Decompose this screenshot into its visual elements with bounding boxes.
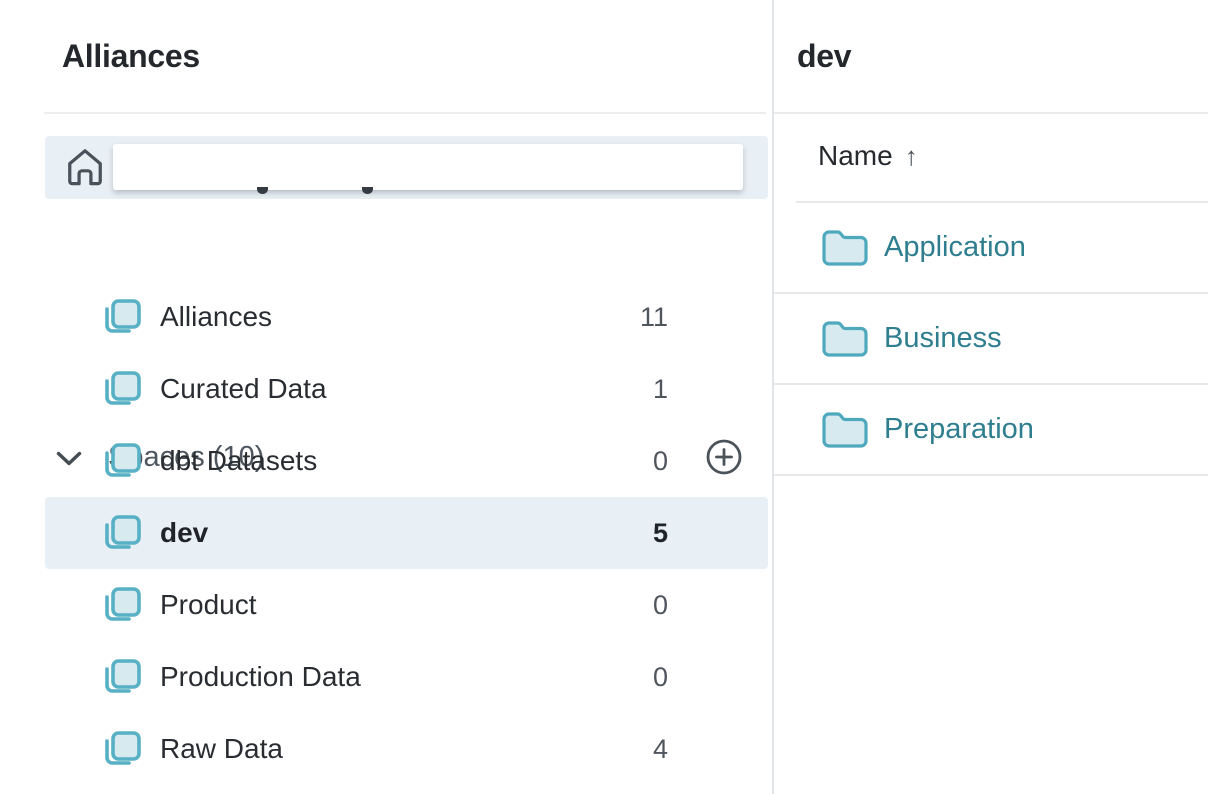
space-count: 0	[653, 569, 668, 641]
space-name: Curated Data	[160, 353, 327, 425]
sidebar-item-curated-data[interactable]: Curated Data 1	[45, 353, 768, 425]
space-name: dbt Datasets	[160, 425, 317, 497]
space-count: 0	[653, 641, 668, 713]
home-item[interactable]	[45, 136, 768, 199]
content-title-divider	[774, 112, 1208, 114]
space-name: Product	[160, 569, 257, 641]
folder-icon	[822, 412, 868, 453]
redacted-text-descender	[362, 187, 373, 194]
space-name: dev	[160, 497, 208, 569]
space-icon	[100, 367, 144, 416]
name-column-header[interactable]: Name ↑	[818, 140, 918, 172]
table-row-business[interactable]: Business	[774, 294, 1208, 385]
sidebar-item-raw-data[interactable]: Raw Data 4	[45, 713, 768, 785]
table-row-application[interactable]: Application	[774, 203, 1208, 294]
space-icon	[100, 583, 144, 632]
folder-link[interactable]: Business	[884, 294, 1002, 383]
sidebar-item-production-data[interactable]: Production Data 0	[45, 641, 768, 713]
space-count: 5	[653, 497, 668, 569]
space-icon	[100, 727, 144, 776]
home-icon	[65, 145, 105, 194]
folder-link[interactable]: Preparation	[884, 385, 1034, 474]
space-count: 4	[653, 713, 668, 785]
sidebar-title: Alliances	[62, 38, 200, 75]
sort-ascending-icon: ↑	[905, 141, 918, 171]
space-count: 11	[640, 281, 668, 353]
space-count: 0	[653, 425, 668, 497]
redacted-text-descender	[257, 187, 268, 194]
sidebar-item-product[interactable]: Product 0	[45, 569, 768, 641]
spaces-sidebar: Alliances Spaces (10)	[0, 0, 772, 794]
folder-icon	[822, 230, 868, 271]
table-row-preparation[interactable]: Preparation	[774, 385, 1208, 476]
redacted-overlay	[113, 144, 743, 190]
sidebar-item-dbt-datasets[interactable]: dbt Datasets 0	[45, 425, 768, 497]
space-name: Alliances	[160, 281, 272, 353]
space-name: Raw Data	[160, 713, 283, 785]
space-icon	[100, 439, 144, 488]
spaces-section-header: Spaces (10)	[0, 214, 772, 272]
space-count: 1	[653, 353, 668, 425]
folder-link[interactable]: Application	[884, 203, 1026, 292]
folder-icon	[822, 321, 868, 362]
sidebar-item-dev[interactable]: dev 5	[45, 497, 768, 569]
sidebar-title-divider	[44, 112, 766, 114]
sidebar-item-alliances[interactable]: Alliances 11	[45, 281, 768, 353]
page-title: dev	[797, 38, 851, 75]
name-column-label: Name	[818, 140, 893, 171]
space-icon	[100, 655, 144, 704]
app-window: Alliances Spaces (10)	[0, 0, 1208, 794]
space-icon	[100, 511, 144, 560]
space-name: Production Data	[160, 641, 361, 713]
space-icon	[100, 295, 144, 344]
space-content-panel: dev Name ↑ Application Business	[774, 0, 1208, 794]
